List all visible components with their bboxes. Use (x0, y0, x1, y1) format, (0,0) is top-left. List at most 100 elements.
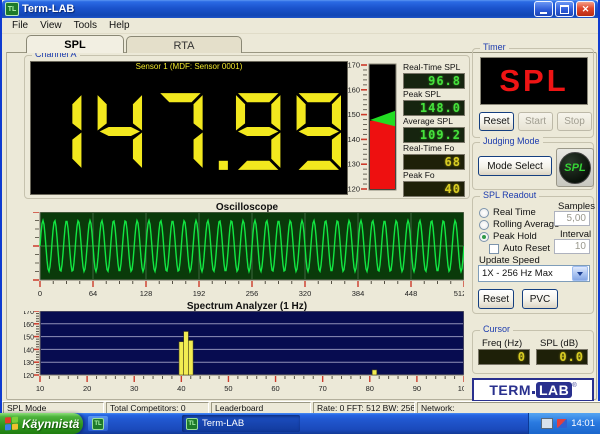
sensor-label: Sensor 1 (MDF: Sensor 0001) (135, 62, 243, 71)
svg-text:10: 10 (36, 384, 44, 393)
timer-display: SPL (480, 57, 588, 105)
title-bar: TL Term-LAB ✕ (2, 0, 598, 18)
led-peak-fo: 40 (403, 181, 465, 197)
logo-dot (531, 390, 535, 394)
window-title: Term-LAB (22, 3, 75, 15)
display-tray-icon[interactable] (541, 418, 554, 429)
seven-segment-value (72, 93, 341, 170)
svg-text:100: 100 (458, 384, 464, 393)
mode-select-button[interactable]: Mode Select (478, 156, 552, 176)
svg-text:192: 192 (193, 289, 206, 298)
led-realtime-fo: 68 (403, 154, 465, 170)
svg-text:64: 64 (89, 289, 97, 298)
svg-text:150: 150 (24, 335, 34, 342)
svg-text:150: 150 (347, 110, 360, 119)
taskbar-item-termlab[interactable]: TL Term-LAB (182, 415, 300, 432)
app-logo-icon: TL (5, 2, 19, 16)
readout-average-spl: Average SPL 109.2 (403, 116, 465, 143)
svg-text:170: 170 (347, 61, 360, 70)
svg-text:40: 40 (177, 384, 185, 393)
windows-flag-icon (5, 416, 18, 431)
svg-text:0: 0 (38, 289, 42, 298)
timer-stop-button[interactable]: Stop (557, 112, 592, 131)
readout-realtime-fo: Real-Time Fo 68 (403, 143, 465, 170)
svg-text:130: 130 (347, 160, 360, 169)
svg-text:70: 70 (318, 384, 326, 393)
radio-icon (479, 219, 489, 230)
timer-start-button[interactable]: Start (518, 112, 553, 131)
taskbar-clock: 14:01 (571, 418, 595, 429)
svg-text:160: 160 (24, 322, 34, 329)
spl-readout-caption: SPL Readout (480, 190, 540, 200)
svg-text:384: 384 (352, 289, 365, 298)
svg-text:60: 60 (271, 384, 279, 393)
menu-help[interactable]: Help (103, 19, 136, 32)
svg-text:256: 256 (246, 289, 259, 298)
svg-text:512: 512 (454, 289, 464, 298)
spl-logo-badge: SPL (556, 148, 594, 187)
system-tray: 14:01 (528, 413, 600, 434)
svg-text:128: 128 (140, 289, 153, 298)
radio-peak-hold[interactable]: Peak Hold (479, 231, 537, 242)
readout-reset-button[interactable]: Reset (478, 289, 514, 309)
svg-text:160: 160 (347, 85, 360, 94)
start-button[interactable]: Käynnistä (0, 413, 83, 434)
network-tray-icon[interactable] (557, 419, 568, 428)
svg-text:320: 320 (299, 289, 312, 298)
svg-text:50: 50 (224, 384, 232, 393)
tab-rta[interactable]: RTA (126, 36, 242, 53)
judging-mode-caption: Judging Mode (480, 136, 543, 146)
update-speed-select[interactable]: 1X - 256 Hz Max (478, 265, 590, 282)
led-realtime-spl: 96.8 (403, 73, 465, 89)
cursor-freq-led: 0 (478, 349, 530, 365)
spl-level-meter: 120 130 140 150 160 170 (347, 61, 397, 194)
spectrum-plot: 120 130 140 150 160 170 10 20 30 40 50 60 70 80 90 100 (24, 311, 464, 393)
svg-text:170: 170 (24, 311, 34, 316)
minimize-button[interactable] (534, 1, 553, 17)
termlab-logo: TERM LAB ® (472, 378, 594, 402)
svg-text:80: 80 (366, 384, 374, 393)
close-button[interactable]: ✕ (576, 1, 595, 17)
menu-bar: File View Tools Help (2, 18, 598, 34)
app-window: TL Term-LAB ✕ File View Tools Help SPL R… (0, 0, 600, 414)
svg-text:448: 448 (405, 289, 418, 298)
quicklaunch-termlab-icon[interactable]: TL (88, 416, 108, 431)
maximize-button[interactable] (555, 1, 574, 17)
readout-peak-spl: Peak SPL 148.0 (403, 89, 465, 116)
svg-text:120: 120 (347, 185, 360, 194)
timer-caption: Timer (480, 42, 509, 52)
svg-text:30: 30 (130, 384, 138, 393)
cursor-caption: Cursor (480, 324, 514, 334)
cursor-spl-label: SPL (dB) (540, 338, 579, 349)
pvc-button[interactable]: PVC (522, 289, 558, 309)
termlab-app-icon: TL (186, 417, 198, 430)
chevron-down-icon[interactable] (572, 266, 588, 281)
taskbar: Käynnistä TL TL Term-LAB 14:01 (0, 413, 600, 434)
led-average-spl: 109.2 (403, 127, 465, 143)
termlab-app-icon: TL (92, 417, 104, 430)
radio-rolling-average[interactable]: Rolling Average (479, 219, 559, 230)
cursor-freq-label: Freq (Hz) (482, 338, 523, 349)
cursor-spl-led: 0.0 (536, 349, 588, 365)
radio-icon-selected (479, 231, 489, 242)
radio-icon (479, 207, 489, 218)
svg-text:130: 130 (24, 360, 34, 367)
menu-tools[interactable]: Tools (68, 19, 103, 32)
readout-realtime-spl: Real-Time SPL 96.8 (403, 62, 465, 89)
samples-field[interactable] (554, 211, 590, 226)
checkbox-auto-reset[interactable]: Auto Reset (489, 243, 550, 254)
led-peak-spl: 148.0 (403, 100, 465, 116)
svg-text:20: 20 (83, 384, 91, 393)
tab-spl[interactable]: SPL (26, 35, 124, 53)
spl-main-display: Sensor 1 (MDF: Sensor 0001) (30, 61, 348, 195)
svg-text:140: 140 (24, 347, 34, 354)
svg-text:120: 120 (24, 373, 34, 380)
svg-text:90: 90 (413, 384, 421, 393)
timer-reset-button[interactable]: Reset (479, 112, 514, 131)
menu-file[interactable]: File (6, 19, 34, 32)
menu-view[interactable]: View (34, 19, 68, 32)
radio-real-time[interactable]: Real Time (479, 207, 536, 218)
checkbox-icon (489, 243, 499, 254)
interval-field[interactable] (554, 239, 590, 254)
svg-text:140: 140 (347, 135, 360, 144)
